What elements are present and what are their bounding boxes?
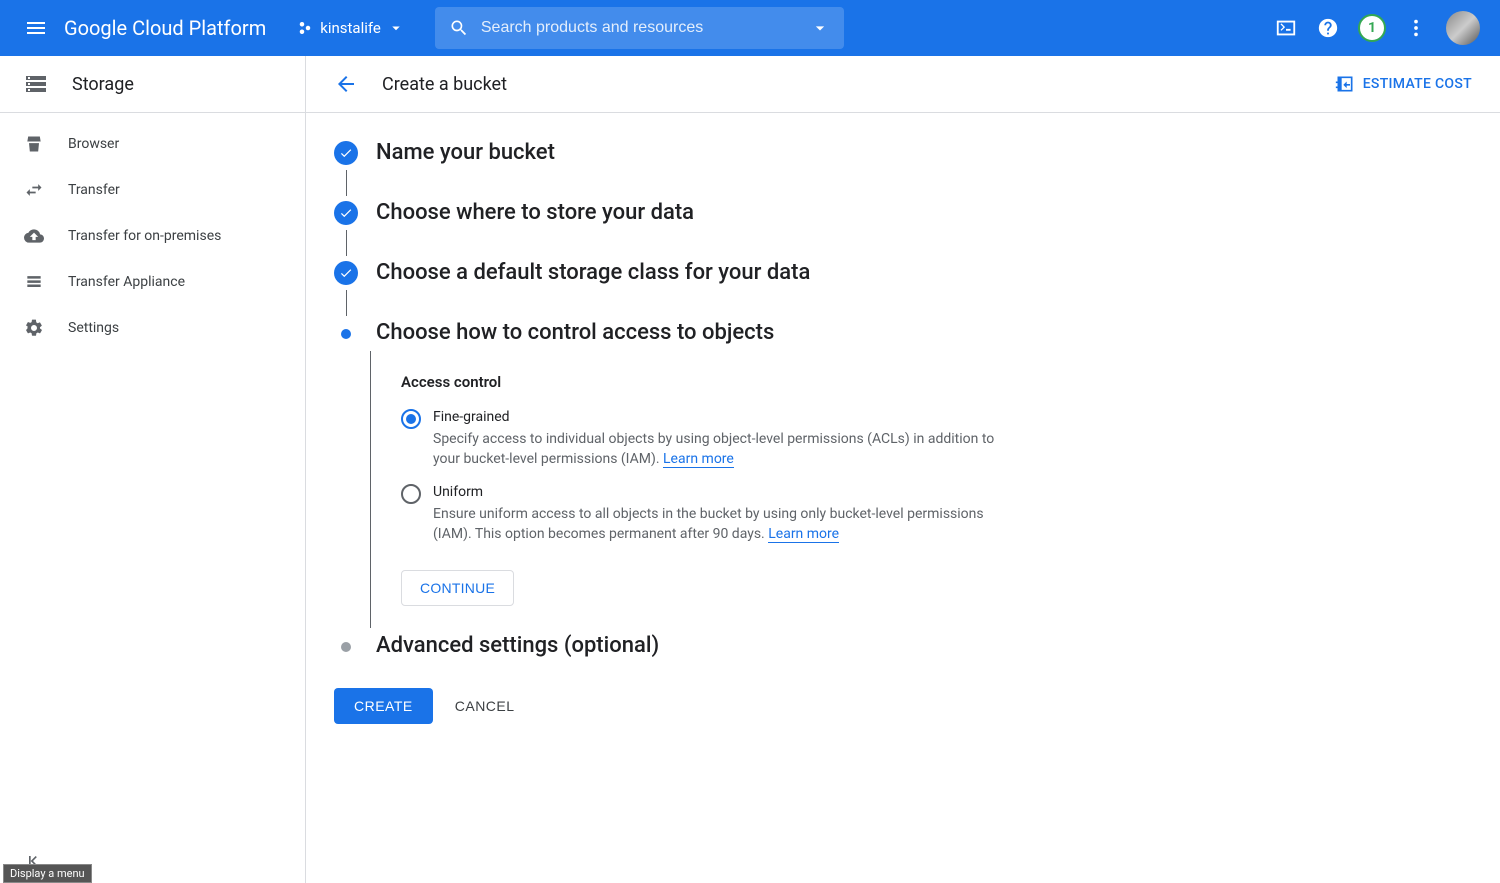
- project-name: kinstalife: [320, 19, 381, 37]
- step-name-bucket[interactable]: Name your bucket: [334, 141, 1298, 165]
- sidebar-item-label: Transfer for on-premises: [68, 228, 221, 244]
- bucket-icon: [24, 134, 44, 154]
- sidebar-item-transfer-appliance[interactable]: Transfer Appliance: [0, 259, 305, 305]
- radio-uniform[interactable]: Uniform Ensure uniform access to all obj…: [401, 484, 1010, 545]
- radio-fine-grained[interactable]: Fine-grained Specify access to individua…: [401, 409, 1010, 470]
- step-advanced-settings[interactable]: Advanced settings (optional): [334, 634, 1298, 658]
- estimate-icon: [1335, 74, 1355, 94]
- step-title: Choose where to store your data: [376, 200, 694, 225]
- estimate-label: ESTIMATE COST: [1363, 76, 1472, 92]
- gear-icon: [24, 318, 44, 338]
- brand-logo: Google Cloud Platform: [64, 16, 266, 40]
- check-icon: [334, 141, 358, 165]
- top-header: Google Cloud Platform kinstalife 1: [0, 0, 1500, 56]
- sidebar-item-label: Transfer: [68, 182, 120, 198]
- step-access-control[interactable]: Choose how to control access to objects: [334, 321, 1298, 345]
- chevron-down-icon: [387, 19, 405, 37]
- more-icon[interactable]: [1404, 16, 1428, 40]
- radio-description: Specify access to individual objects by …: [433, 429, 1010, 470]
- learn-more-link[interactable]: Learn more: [768, 526, 839, 543]
- avatar[interactable]: [1446, 11, 1480, 45]
- step-title: Choose how to control access to objects: [376, 320, 774, 345]
- sidebar: Storage Browser Transfer Transfer for on…: [0, 56, 306, 883]
- active-dot-icon: [341, 329, 351, 339]
- header-actions: 1: [1274, 11, 1480, 45]
- continue-button[interactable]: CONTINUE: [401, 570, 514, 606]
- search-box[interactable]: [435, 7, 845, 49]
- check-icon: [334, 201, 358, 225]
- chevron-down-icon[interactable]: [810, 18, 830, 38]
- step-title: Choose a default storage class for your …: [376, 260, 810, 285]
- sidebar-item-transfer-onprem[interactable]: Transfer for on-premises: [0, 213, 305, 259]
- estimate-cost-button[interactable]: ESTIMATE COST: [1335, 74, 1472, 94]
- learn-more-link[interactable]: Learn more: [663, 451, 734, 468]
- project-selector[interactable]: kinstalife: [286, 13, 415, 43]
- radio-label: Uniform: [433, 484, 1010, 500]
- cloud-shell-icon[interactable]: [1274, 16, 1298, 40]
- section-label: Access control: [401, 373, 1010, 391]
- notifications-badge[interactable]: 1: [1358, 14, 1386, 42]
- hamburger-menu-icon[interactable]: [12, 4, 60, 52]
- back-arrow-icon[interactable]: [334, 72, 358, 96]
- search-icon: [449, 18, 469, 38]
- cancel-button[interactable]: CANCEL: [455, 698, 515, 714]
- radio-icon[interactable]: [401, 409, 421, 429]
- sidebar-item-transfer[interactable]: Transfer: [0, 167, 305, 213]
- main-header: Create a bucket ESTIMATE COST: [306, 56, 1500, 113]
- help-icon[interactable]: [1316, 16, 1340, 40]
- sidebar-item-browser[interactable]: Browser: [0, 121, 305, 167]
- step-storage-class[interactable]: Choose a default storage class for your …: [334, 261, 1298, 285]
- step-store-location[interactable]: Choose where to store your data: [334, 201, 1298, 225]
- sidebar-header: Storage: [0, 56, 305, 113]
- form-actions: CREATE CANCEL: [334, 688, 1298, 724]
- radio-label: Fine-grained: [433, 409, 1010, 425]
- radio-description: Ensure uniform access to all objects in …: [433, 504, 1010, 545]
- step-title: Advanced settings (optional): [376, 633, 659, 658]
- search-input[interactable]: [481, 19, 811, 37]
- page-title: Create a bucket: [382, 74, 507, 95]
- check-icon: [334, 261, 358, 285]
- cloud-upload-icon: [24, 226, 44, 246]
- transfer-icon: [24, 180, 44, 200]
- sidebar-title: Storage: [72, 74, 134, 95]
- create-button[interactable]: CREATE: [334, 688, 433, 724]
- radio-icon[interactable]: [401, 484, 421, 504]
- access-control-panel: Access control Fine-grained Specify acce…: [370, 351, 1010, 628]
- tooltip: Display a menu: [3, 864, 92, 883]
- step-title: Name your bucket: [376, 140, 555, 165]
- storage-icon: [24, 72, 48, 96]
- appliance-icon: [24, 272, 44, 292]
- sidebar-item-settings[interactable]: Settings: [0, 305, 305, 351]
- sidebar-item-label: Transfer Appliance: [68, 274, 185, 290]
- inactive-dot-icon: [341, 642, 351, 652]
- sidebar-item-label: Browser: [68, 136, 119, 152]
- sidebar-item-label: Settings: [68, 320, 119, 336]
- main-content: Create a bucket ESTIMATE COST Name your …: [306, 56, 1500, 883]
